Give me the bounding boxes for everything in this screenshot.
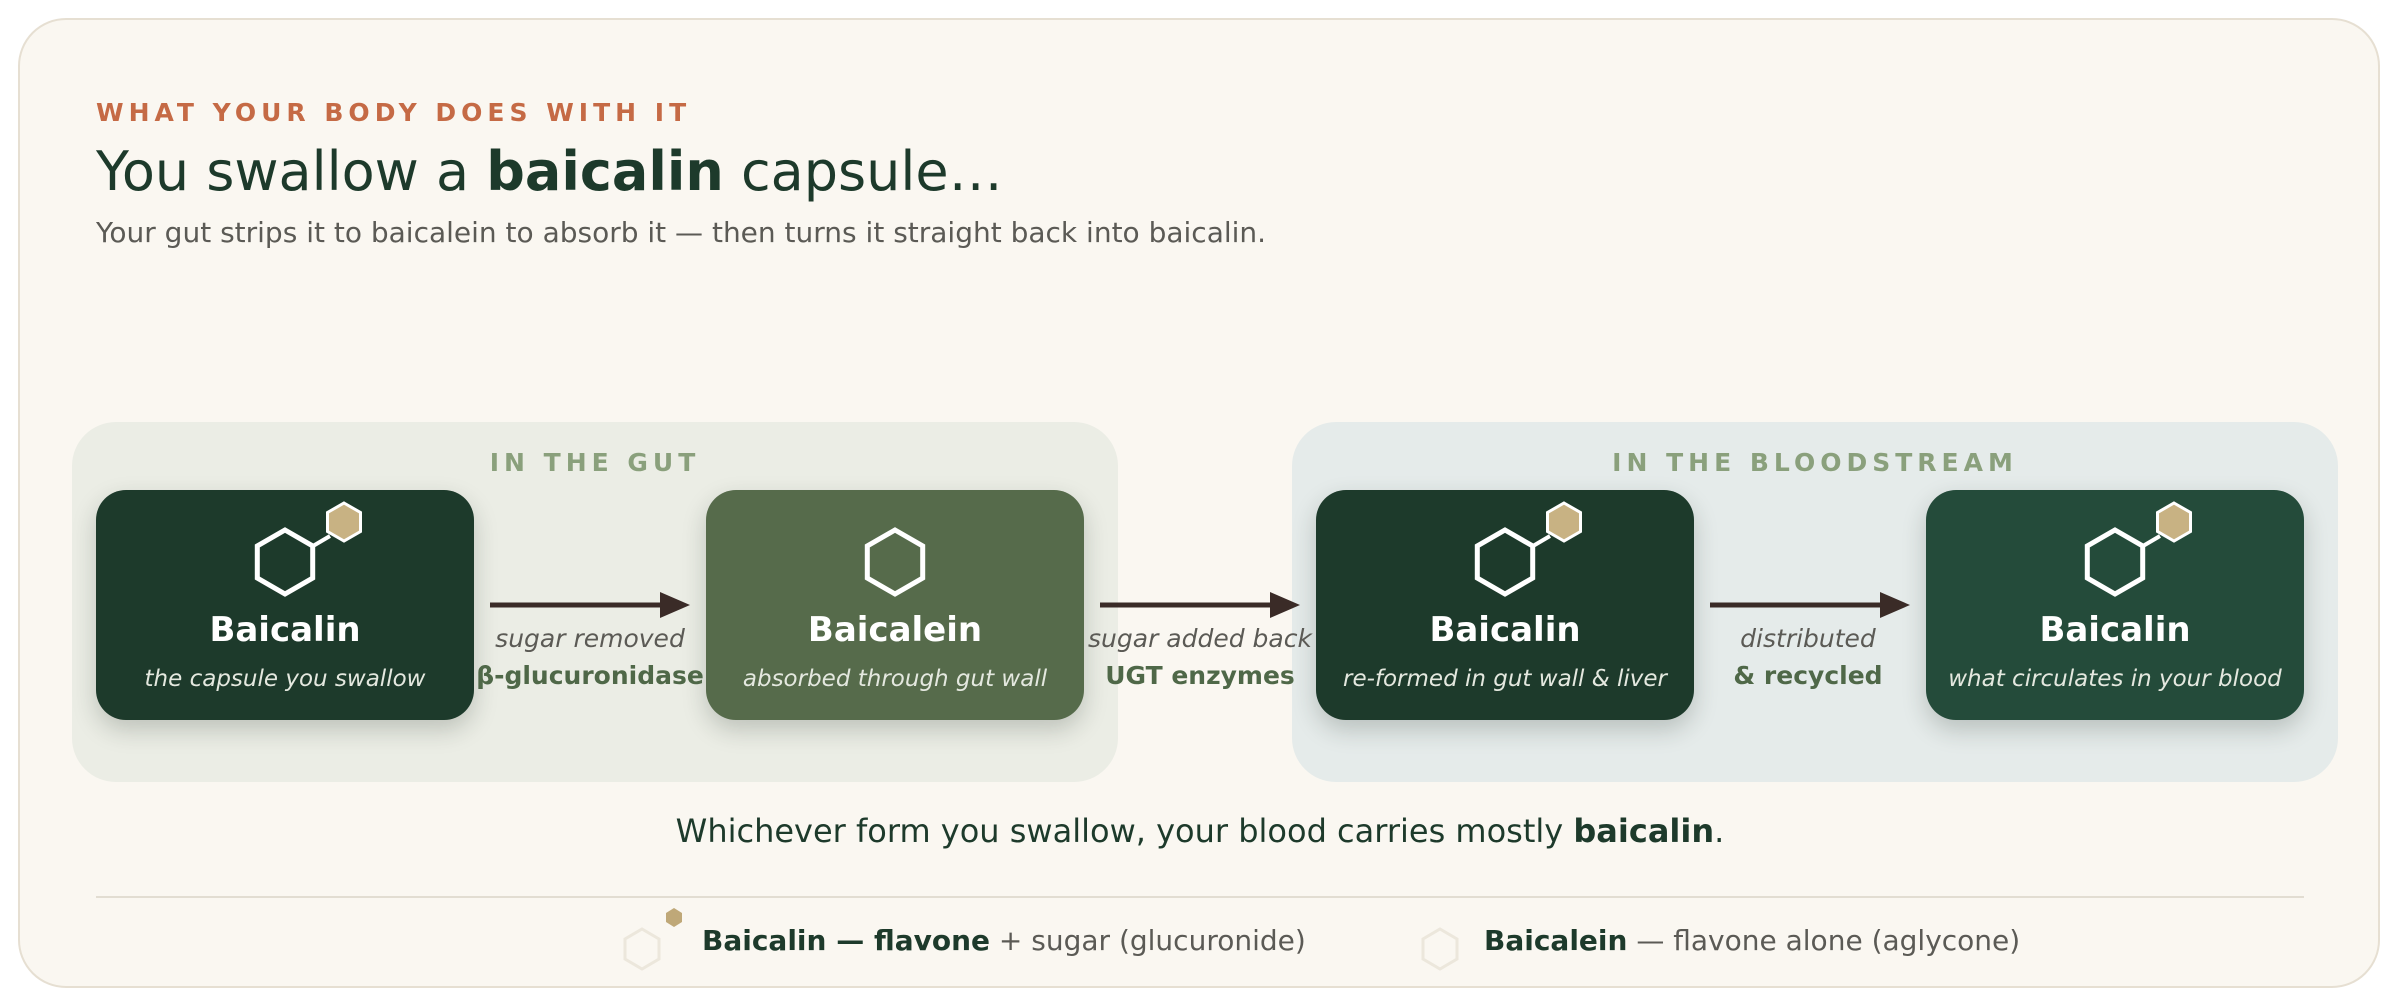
sugar-group-icon xyxy=(326,501,362,543)
subtitle: Your gut strips it to baicalein to absor… xyxy=(96,216,1267,249)
node-name: Baicalin xyxy=(1429,610,1581,650)
bond-icon xyxy=(2141,534,2162,548)
step-action: sugar removed xyxy=(495,624,685,653)
node-subtitle: re-formed in gut wall & liver xyxy=(1342,666,1668,692)
molecule-icon xyxy=(254,501,362,597)
title-pre: You swallow a xyxy=(96,140,487,203)
bond-icon xyxy=(1531,534,1552,548)
step-enzyme: UGT enzymes xyxy=(1105,661,1295,690)
node-baicalin-circulating: Baicalin what circulates in your blood xyxy=(1926,490,2304,720)
sugar-group-icon xyxy=(2156,501,2192,543)
page-title: You swallow a baicalin capsule… xyxy=(96,140,1003,203)
stage-label-gut: IN THE GUT xyxy=(489,448,701,477)
eyebrow-label: WHAT YOUR BODY DOES WITH IT xyxy=(96,98,692,127)
legend-rest: — flavone alone (aglycone) xyxy=(1627,924,2021,957)
legend-text: Baicalin — flavone + sugar (glucuronide) xyxy=(702,924,1306,957)
node-name: Baicalin xyxy=(2039,610,2191,650)
flavone-ring-icon xyxy=(254,527,316,597)
molecule-icon xyxy=(1474,501,1582,597)
bond-icon xyxy=(311,534,332,548)
conclusion-pre: Whichever form you swallow, your blood c… xyxy=(675,812,1574,850)
step-action: distributed xyxy=(1740,624,1876,653)
conclusion-post: . xyxy=(1714,812,1725,850)
step-detail: & recycled xyxy=(1733,661,1883,690)
node-baicalin-swallowed: Baicalin the capsule you swallow xyxy=(96,490,474,720)
title-post: capsule… xyxy=(723,140,1003,203)
arrow-right-icon xyxy=(1100,592,1300,618)
molecule-icon xyxy=(864,527,926,597)
molecule-icon xyxy=(2084,501,2192,597)
conclusion-text: Whichever form you swallow, your blood c… xyxy=(0,812,2400,850)
flavone-ring-icon xyxy=(1474,527,1536,597)
node-name: Baicalein xyxy=(807,610,983,650)
hexagon-icon xyxy=(1421,927,1459,971)
legend-bold: Baicalin — flavone xyxy=(702,924,991,957)
step-enzyme: β-glucuronidase xyxy=(476,661,704,690)
arrow-right-icon xyxy=(490,592,690,618)
step-action: sugar added back xyxy=(1088,624,1312,653)
legend-divider xyxy=(96,896,2304,898)
node-name: Baicalin xyxy=(209,610,361,650)
flavone-ring-icon xyxy=(864,527,926,597)
title-bold: baicalin xyxy=(486,140,724,203)
node-baicalin-reformed: Baicalin re-formed in gut wall & liver xyxy=(1316,490,1694,720)
legend-bold: Baicalein xyxy=(1484,924,1628,957)
arrow-right-icon xyxy=(1710,592,1910,618)
stage-label-bloodstream: IN THE BLOODSTREAM xyxy=(1612,448,2018,477)
step-label-sugar-removed: sugar removed β-glucuronidase xyxy=(470,624,710,690)
flavone-ring-icon xyxy=(2084,527,2146,597)
step-label-distributed: distributed & recycled xyxy=(1688,624,1928,690)
legend-text: Baicalein — flavone alone (aglycone) xyxy=(1484,924,2020,957)
node-subtitle: what circulates in your blood xyxy=(1948,666,2282,692)
legend-rest: + sugar (glucuronide) xyxy=(990,924,1306,957)
node-baicalein-absorbed: Baicalein absorbed through gut wall xyxy=(706,490,1084,720)
node-subtitle: the capsule you swallow xyxy=(144,666,426,692)
sugar-group-icon xyxy=(1546,501,1582,543)
node-subtitle: absorbed through gut wall xyxy=(742,666,1048,692)
step-label-sugar-added: sugar added back UGT enzymes xyxy=(1080,624,1320,690)
conclusion-bold: baicalin xyxy=(1573,812,1715,850)
hexagon-with-sugar-icon xyxy=(623,908,682,971)
